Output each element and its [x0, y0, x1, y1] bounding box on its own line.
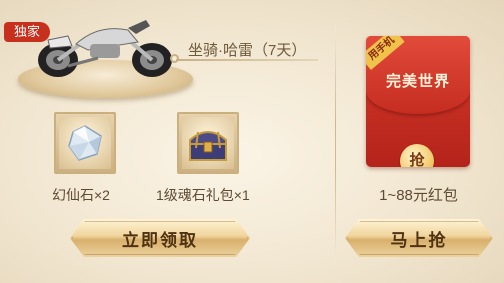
motorcycle-icon [38, 20, 172, 77]
item-slot-soulstone-pack[interactable] [177, 112, 239, 174]
mount-label: 坐骑·哈雷（7天） [188, 42, 307, 59]
gemstone-icon [68, 125, 102, 161]
mount-label-underline [176, 59, 318, 61]
panel-divider [335, 26, 336, 260]
item-label-soulstone-pack: 1级魂石礼包×1 [156, 187, 250, 203]
claim-now-button[interactable]: 立即领取 [70, 219, 250, 257]
item-slot-gemstone[interactable] [54, 112, 116, 174]
red-envelope-reward-label: 1~88元红包 [379, 187, 458, 204]
treasure-chest-icon [189, 131, 227, 161]
grab-coin-icon[interactable]: 抢 [400, 144, 434, 167]
red-envelope[interactable]: 用手机 完美世界 抢 [366, 36, 470, 167]
item-label-gemstone: 幻仙石×2 [52, 187, 110, 203]
game-logo: 完美世界 [385, 72, 450, 90]
grab-now-button[interactable]: 马上抢 [345, 219, 493, 257]
